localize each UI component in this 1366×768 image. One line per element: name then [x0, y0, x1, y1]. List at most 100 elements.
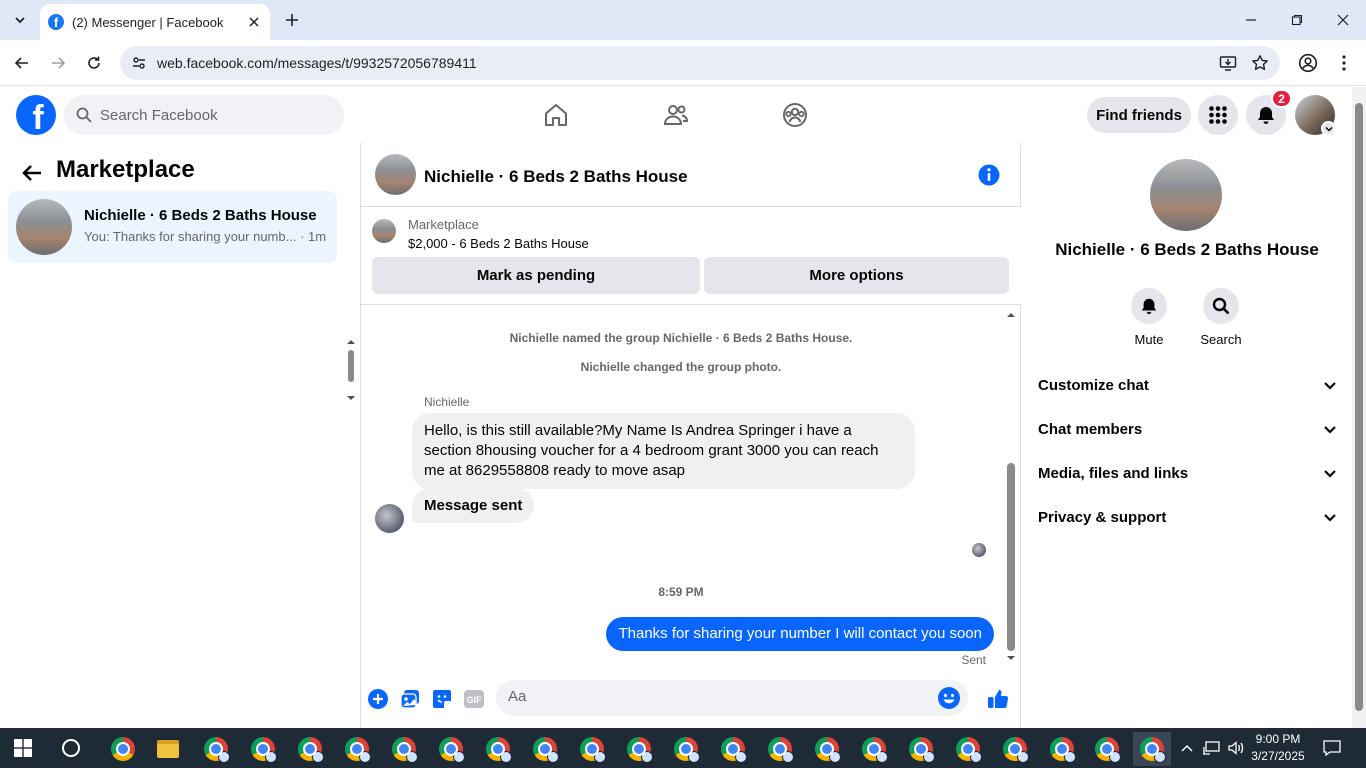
cortana-search-icon[interactable] — [62, 739, 80, 757]
more-options-button[interactable]: More options — [704, 257, 1009, 294]
facebook-search[interactable] — [64, 95, 344, 135]
chat-avatar[interactable] — [375, 154, 416, 195]
conversation-item[interactable]: Nichielle · 6 Beds 2 Baths House You: Th… — [8, 191, 337, 263]
reload-icon[interactable] — [82, 51, 106, 75]
browser-tab[interactable]: f (2) Messenger | Facebook — [40, 4, 270, 40]
info-icon[interactable] — [978, 164, 1000, 186]
taskbar-chrome-profile[interactable] — [244, 732, 282, 766]
mute-action[interactable]: Mute — [1119, 288, 1179, 347]
action-center-icon[interactable] — [1322, 728, 1342, 768]
customize-chat-section[interactable]: Customize chat — [1030, 363, 1344, 407]
section-label: Chat members — [1038, 420, 1143, 438]
message-input[interactable] — [508, 688, 928, 705]
taskbar-chrome-profile[interactable] — [432, 732, 470, 766]
facebook-logo[interactable]: f — [16, 95, 56, 135]
bookmark-star-icon[interactable] — [1248, 51, 1272, 75]
sticker-icon[interactable] — [430, 687, 454, 711]
taskbar-chrome-profile[interactable] — [620, 732, 658, 766]
media-files-links-section[interactable]: Media, files and links — [1030, 451, 1344, 495]
mark-as-pending-button[interactable]: Mark as pending — [372, 257, 700, 294]
tab-search-dropdown[interactable] — [8, 9, 32, 31]
chat-title[interactable]: Nichielle · 6 Beds 2 Baths House — [424, 167, 688, 187]
search-icon[interactable] — [1203, 288, 1239, 324]
install-app-icon[interactable] — [1216, 51, 1240, 75]
friends-nav-icon[interactable] — [656, 95, 696, 135]
network-icon[interactable] — [1202, 728, 1220, 768]
forward-arrow-icon[interactable] — [46, 51, 70, 75]
tray-chevron-up-icon[interactable] — [1180, 728, 1194, 768]
restore-icon[interactable] — [1274, 0, 1320, 40]
taskbar-clock[interactable]: 9:00 PM 3/27/2025 — [1246, 731, 1310, 765]
messages-scrollbar[interactable] — [1004, 308, 1018, 666]
message-input-box[interactable] — [496, 680, 968, 716]
taskbar-chrome-profile[interactable] — [996, 732, 1034, 766]
taskbar-chrome-profile[interactable] — [902, 732, 940, 766]
taskbar-chrome-profile[interactable] — [573, 732, 611, 766]
taskbar-chrome-profile[interactable] — [714, 732, 752, 766]
sender-avatar[interactable] — [375, 504, 404, 533]
home-nav-icon[interactable] — [536, 95, 576, 135]
marketplace-listing-bar: Marketplace $2,000 - 6 Beds 2 Baths Hous… — [361, 207, 1021, 305]
taskbar-chrome-profile[interactable] — [197, 732, 235, 766]
close-tab-icon[interactable] — [246, 14, 262, 30]
messages-scrollbar-thumb[interactable] — [1007, 463, 1015, 651]
listing-price[interactable]: $2,000 - 6 Beds 2 Baths House — [408, 236, 589, 251]
browser-menu-icon[interactable] — [1332, 51, 1356, 75]
site-info-icon[interactable] — [128, 52, 150, 74]
close-window-icon[interactable] — [1320, 0, 1366, 40]
more-actions-plus-icon[interactable] — [366, 687, 390, 711]
windows-start-icon[interactable] — [14, 739, 32, 757]
minimize-icon[interactable] — [1228, 0, 1274, 40]
incoming-status-bubble[interactable]: Message sent — [412, 488, 535, 523]
taskbar-chrome-profile[interactable] — [479, 732, 517, 766]
chrome-icon — [1003, 737, 1029, 763]
outgoing-message-bubble[interactable]: Thanks for sharing your number I will co… — [606, 617, 994, 651]
details-avatar[interactable] — [1150, 159, 1222, 231]
profile-icon[interactable] — [1296, 51, 1320, 75]
mute-bell-icon[interactable] — [1131, 288, 1167, 324]
taskbar-chrome-profile[interactable] — [761, 732, 799, 766]
find-friends-button[interactable]: Find friends — [1087, 97, 1191, 133]
new-tab-plus-icon[interactable] — [280, 8, 304, 32]
taskbar-file-explorer[interactable] — [149, 732, 187, 766]
taskbar-chrome-app[interactable] — [104, 732, 142, 766]
taskbar-chrome-active[interactable] — [1133, 732, 1171, 766]
groups-nav-icon[interactable] — [775, 95, 815, 135]
privacy-support-section[interactable]: Privacy & support — [1030, 495, 1344, 539]
gif-icon[interactable]: GIF — [462, 687, 486, 711]
message-composer: GIF — [361, 673, 1021, 728]
taskbar-chrome-profile[interactable] — [526, 732, 564, 766]
menu-grid-icon[interactable] — [1198, 95, 1238, 135]
search-action[interactable]: Search — [1191, 288, 1251, 347]
attach-photo-icon[interactable] — [398, 687, 422, 711]
svg-text:GIF: GIF — [467, 695, 483, 705]
taskbar-chrome-profile[interactable] — [1043, 732, 1081, 766]
chrome-icon — [486, 737, 512, 763]
page-scrollbar[interactable] — [1352, 87, 1366, 728]
volume-icon[interactable] — [1227, 728, 1245, 768]
listing-thumbnail[interactable] — [372, 219, 396, 243]
browser-tab-bar: f (2) Messenger | Facebook — [0, 0, 1366, 40]
taskbar-chrome-profile[interactable] — [1088, 732, 1126, 766]
emoji-icon[interactable] — [937, 686, 961, 710]
taskbar-chrome-profile[interactable] — [855, 732, 893, 766]
incoming-message-bubble[interactable]: Hello, is this still available?My Name I… — [412, 413, 915, 489]
taskbar-chrome-profile[interactable] — [808, 732, 846, 766]
taskbar-chrome-profile[interactable] — [338, 732, 376, 766]
facebook-search-input[interactable] — [100, 106, 320, 124]
back-arrow-icon[interactable] — [20, 161, 44, 185]
sent-status: Sent — [961, 653, 986, 667]
taskbar-chrome-profile[interactable] — [667, 732, 705, 766]
taskbar-chrome-profile[interactable] — [949, 732, 987, 766]
chrome-icon — [392, 737, 418, 763]
page-scrollbar-thumb[interactable] — [1355, 103, 1363, 711]
back-arrow-icon[interactable] — [10, 51, 34, 75]
taskbar-chrome-profile[interactable] — [291, 732, 329, 766]
account-chevron-icon[interactable] — [1321, 121, 1336, 136]
url-omnibox[interactable]: web.facebook.com/messages/t/993257205678… — [120, 46, 1280, 80]
windows-taskbar: 9:00 PM 3/27/2025 — [0, 728, 1366, 768]
taskbar-chrome-profile[interactable] — [385, 732, 423, 766]
chat-members-section[interactable]: Chat members — [1030, 407, 1344, 451]
thumbs-up-icon[interactable] — [986, 687, 1010, 711]
conversation-list-scrollbar[interactable] — [346, 338, 356, 403]
